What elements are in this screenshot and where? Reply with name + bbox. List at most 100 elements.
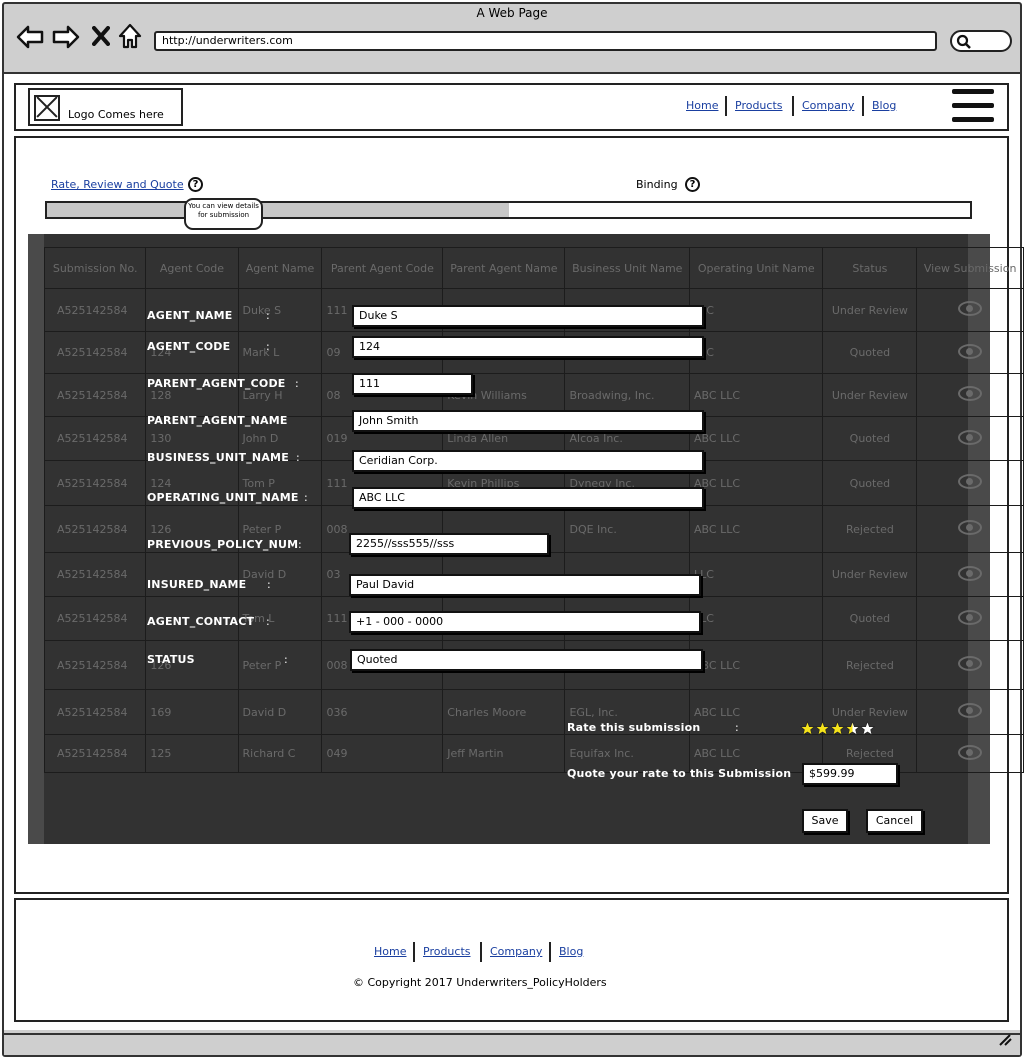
column-header[interactable]: Parent Agent Name (442, 247, 566, 289)
colon: : (267, 578, 271, 591)
parent-agent-code-field[interactable]: 111 (352, 373, 473, 395)
label-previous-policy-num: PREVIOUS_POLICY_NUM (147, 538, 299, 551)
eye-icon[interactable] (958, 429, 983, 445)
eye-icon[interactable] (958, 565, 983, 581)
eye-icon[interactable] (958, 386, 983, 401)
table-cell: David D (237, 689, 323, 735)
nav-link-products[interactable]: Products (735, 99, 783, 112)
table-cell: A525142584 (43, 640, 147, 690)
eye-icon[interactable] (958, 474, 983, 489)
column-header[interactable]: Status (822, 247, 918, 289)
view-submission-cell (916, 505, 1024, 553)
table-cell: 125 (145, 734, 239, 773)
agent-code-field[interactable]: 124 (352, 336, 704, 358)
footer-link-products[interactable]: Products (423, 945, 471, 958)
column-header[interactable]: Agent Name (237, 247, 323, 289)
star-empty-icon[interactable] (859, 720, 876, 741)
table-cell: ABC LLC (689, 640, 824, 690)
nav-link-company[interactable]: Company (802, 99, 854, 112)
resize-grip-icon[interactable] (998, 1034, 1012, 1049)
eye-icon[interactable] (958, 609, 983, 625)
view-submission-cell (916, 288, 1024, 332)
view-submission-cell (916, 373, 1024, 417)
table-cell: LLC (689, 596, 824, 641)
label-operating-unit-name: OPERATING_UNIT_NAME (147, 491, 299, 504)
column-header[interactable]: Submission No. (43, 247, 147, 289)
table-cell: Jeff Martin (442, 734, 566, 773)
step-rate-review-quote[interactable]: Rate, Review and Quote (51, 178, 184, 191)
table-cell: 036 (321, 689, 444, 735)
help-icon[interactable]: ? (685, 177, 700, 192)
eye-icon[interactable] (958, 703, 983, 718)
search-icon (956, 34, 972, 53)
x-icon[interactable] (92, 26, 110, 51)
image-placeholder-icon (34, 95, 60, 121)
table-cell: 169 (145, 689, 239, 735)
column-header[interactable]: View Submission (916, 247, 1024, 289)
star-filled-icon[interactable] (829, 720, 846, 741)
column-header[interactable]: Parent Agent Code (321, 247, 444, 289)
operating-unit-name-field[interactable]: ABC LLC (352, 487, 704, 509)
view-submission-cell (916, 640, 1024, 690)
nav-link-blog[interactable]: Blog (872, 99, 896, 112)
column-header[interactable]: Operating Unit Name (689, 247, 824, 289)
arrow-right-icon[interactable] (52, 25, 80, 54)
eye-icon[interactable] (958, 301, 983, 316)
label-parent-agent-name: PARENT_AGENT_NAME (147, 414, 288, 427)
quote-rate-field[interactable]: $599.99 (802, 763, 898, 785)
table-cell: Mark L (237, 331, 323, 374)
label-status: STATUS (147, 653, 195, 666)
agent-contact-field[interactable]: +1 - 000 - 0000 (349, 611, 701, 633)
business-unit-name-field[interactable]: Ceridian Corp. (352, 450, 704, 472)
hamburger-menu-icon[interactable] (950, 88, 996, 126)
table-cell: Rejected (822, 505, 918, 553)
eye-icon[interactable] (958, 343, 983, 359)
table-cell: A525142584 (43, 331, 147, 374)
star-half-icon[interactable] (844, 720, 861, 741)
star-filled-icon[interactable] (799, 720, 816, 741)
arrow-left-icon[interactable] (16, 25, 44, 54)
table-cell: Under Review (822, 552, 918, 597)
table-row: A525142584 169 David D 036 Charles Moore EGL,… (43, 689, 1024, 735)
logo-text: Logo Comes here (68, 108, 164, 121)
eye-icon[interactable] (958, 520, 983, 535)
progress-fill (47, 203, 509, 217)
column-header[interactable]: Business Unit Name (564, 247, 691, 289)
nav-link-home[interactable]: Home (686, 99, 718, 112)
agent-name-field[interactable]: Duke S (352, 305, 704, 327)
column-header[interactable]: Agent Code (145, 247, 239, 289)
label-agent-contact: AGENT_CONTACT (147, 615, 255, 628)
insured-name-field[interactable]: Paul David (349, 574, 701, 596)
help-icon[interactable]: ? (188, 177, 203, 192)
eye-icon[interactable] (958, 656, 983, 671)
colon: : (735, 721, 739, 734)
footer-link-blog[interactable]: Blog (559, 945, 583, 958)
save-button[interactable]: Save (802, 809, 848, 833)
table-cell: A525142584 (43, 596, 147, 641)
url-bar[interactable]: http://underwriters.com (154, 31, 937, 51)
label-agent-code: AGENT_CODE (147, 340, 231, 353)
browser-search-box[interactable] (950, 30, 1012, 52)
star-rating[interactable] (799, 720, 876, 741)
table-cell: A525142584 (43, 734, 147, 773)
nav-divider (480, 942, 482, 962)
table-cell: A525142584 (43, 505, 147, 553)
table-cell: LLC (689, 288, 824, 332)
table-cell: Duke S (237, 288, 323, 332)
cancel-button[interactable]: Cancel (866, 809, 923, 833)
star-filled-icon[interactable] (814, 720, 831, 741)
table-cell: Rejected (822, 640, 918, 690)
footer-link-company[interactable]: Company (490, 945, 542, 958)
eye-icon[interactable] (958, 744, 983, 760)
view-submission-cell (916, 331, 1024, 374)
previous-policy-num-field[interactable]: 2255//sss555//sss (349, 533, 549, 555)
table-cell: Quoted (822, 416, 918, 461)
status-field[interactable]: Quoted (350, 649, 703, 671)
footer-link-home[interactable]: Home (374, 945, 406, 958)
parent-agent-name-field[interactable]: John Smith (352, 410, 704, 432)
table-cell: ABC LLC (689, 505, 824, 553)
label-insured-name: INSURED_NAME (147, 578, 247, 591)
home-icon[interactable] (118, 23, 142, 54)
table-cell: Quoted (822, 596, 918, 641)
browser-status-bar (4, 1033, 1020, 1055)
